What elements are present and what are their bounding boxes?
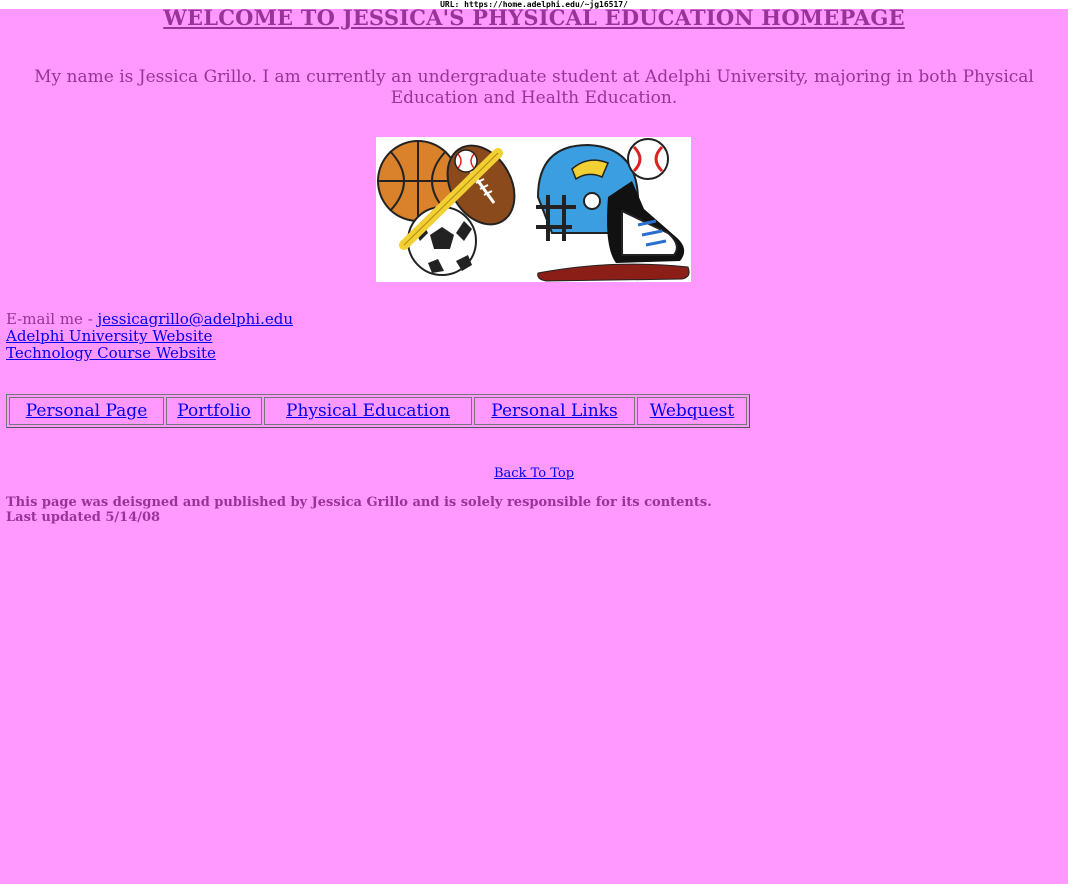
nav-webquest-link[interactable]: Webquest [650, 401, 734, 421]
intro-text: My name is Jessica Grillo. I am currentl… [34, 67, 1034, 108]
contact-links: E-mail me - jessicagrillo@adelphi.edu Ad… [6, 311, 293, 362]
nav-table: Personal Page Portfolio Physical Educati… [6, 394, 750, 428]
page-body: WELCOME TO JESSICA'S PHYSICAL EDUCATION … [0, 5, 1068, 884]
sports-banner-image [376, 137, 691, 282]
footer-credit: This page was deisgned and published by … [6, 495, 712, 510]
nav-cell-webquest: Webquest [637, 397, 747, 425]
page-title: WELCOME TO JESSICA'S PHYSICAL EDUCATION … [163, 5, 905, 30]
nav-portfolio-link[interactable]: Portfolio [177, 401, 251, 421]
footer-last-updated: Last updated 5/14/08 [6, 510, 161, 525]
nav-cell-personal-links: Personal Links [474, 397, 635, 425]
back-to-top-row: Back To Top [0, 466, 1068, 481]
technology-course-link[interactable]: Technology Course Website [6, 344, 216, 362]
nav-cell-physical-education: Physical Education [264, 397, 472, 425]
soccer-ball-icon [407, 206, 477, 276]
email-link[interactable]: jessicagrillo@adelphi.edu [98, 310, 293, 328]
nav-personal-page-link[interactable]: Personal Page [26, 401, 148, 421]
back-to-top-link[interactable]: Back To Top [494, 466, 574, 481]
email-label: E-mail me - [6, 310, 98, 328]
footer: This page was deisgned and published by … [6, 495, 712, 525]
nav-physical-education-link[interactable]: Physical Education [286, 401, 450, 421]
sneaker-icon [607, 181, 685, 263]
adelphi-website-link[interactable]: Adelphi University Website [6, 327, 212, 345]
email-row: E-mail me - jessicagrillo@adelphi.edu [6, 311, 293, 328]
nav-cell-personal-page: Personal Page [9, 397, 164, 425]
baseball-icon [627, 138, 669, 180]
nav-cell-portfolio: Portfolio [166, 397, 262, 425]
nav-personal-links-link[interactable]: Personal Links [491, 401, 617, 421]
baseball-icon [454, 149, 478, 173]
